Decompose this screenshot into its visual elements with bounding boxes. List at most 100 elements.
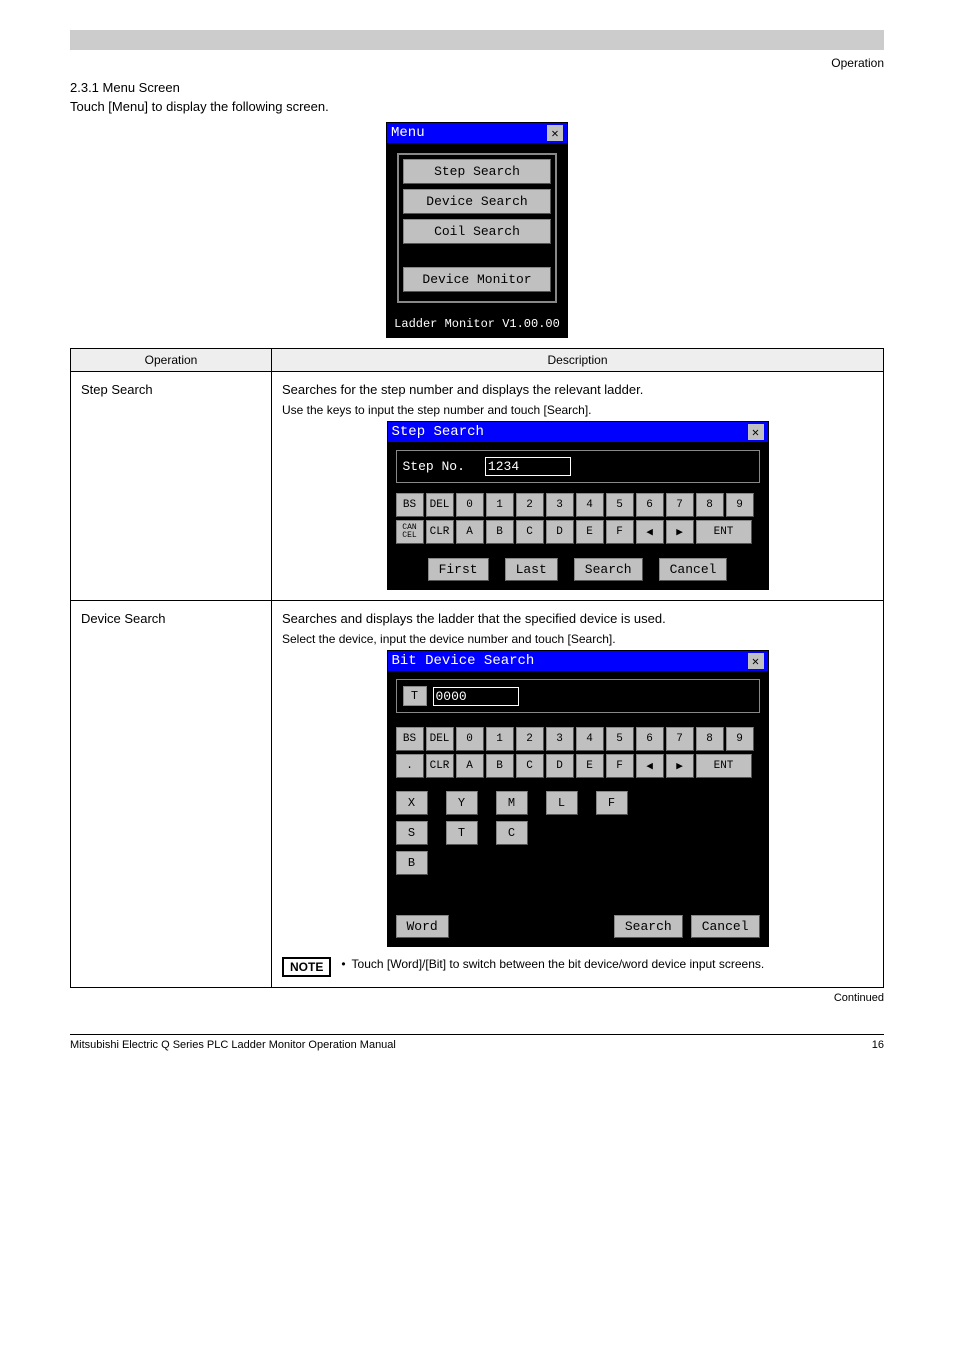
device-search-dialog: Bit Device Search ✕ T BS DEL 0 1 <box>387 650 769 947</box>
dev-cat-c[interactable]: C <box>496 821 528 845</box>
menu-dialog-title: Menu <box>391 125 425 141</box>
key-1[interactable]: 1 <box>486 727 514 751</box>
key-a[interactable]: A <box>456 754 484 778</box>
col-header-operation: Operation <box>71 349 272 372</box>
menu-item-device-search[interactable]: Device Search <box>403 189 551 214</box>
device-search-title: Bit Device Search <box>392 653 535 669</box>
key-b[interactable]: B <box>486 754 514 778</box>
arrow-right-icon[interactable]: ▶ <box>666 520 694 544</box>
op-name-step-search: Step Search <box>71 372 272 601</box>
cancel-button[interactable]: Cancel <box>659 558 728 581</box>
close-icon[interactable]: ✕ <box>748 424 764 440</box>
key-del[interactable]: DEL <box>426 493 454 517</box>
arrow-left-icon[interactable]: ◀ <box>636 520 664 544</box>
key-6[interactable]: 6 <box>636 493 664 517</box>
dev-keypad-row-2: . CLR A B C D E F ◀ ▶ ENT <box>396 754 760 778</box>
word-button[interactable]: Word <box>396 915 449 938</box>
key-3[interactable]: 3 <box>546 727 574 751</box>
header-bar <box>70 30 884 50</box>
dev-cat-m[interactable]: M <box>496 791 528 815</box>
key-e[interactable]: E <box>576 520 604 544</box>
arrow-left-icon[interactable]: ◀ <box>636 754 664 778</box>
key-7[interactable]: 7 <box>666 727 694 751</box>
key-e[interactable]: E <box>576 754 604 778</box>
key-c[interactable]: C <box>516 520 544 544</box>
bullet-icon: • <box>341 957 345 971</box>
device-number-input[interactable] <box>433 687 519 706</box>
key-ent[interactable]: ENT <box>696 520 752 544</box>
key-clr[interactable]: CLR <box>426 754 454 778</box>
key-2[interactable]: 2 <box>516 727 544 751</box>
close-icon[interactable]: ✕ <box>547 125 563 141</box>
dev-cat-t[interactable]: T <box>446 821 478 845</box>
menu-footer-version: Ladder Monitor V1.00.00 <box>387 313 567 337</box>
key-c[interactable]: C <box>516 754 544 778</box>
last-button[interactable]: Last <box>505 558 558 581</box>
keypad-row-2: CAN CEL CLR A B C D E F ◀ ▶ ENT <box>396 520 760 544</box>
menu-dialog: Menu ✕ Step Search Device Search Coil Se… <box>386 122 568 338</box>
footer-page-number: 16 <box>872 1039 884 1051</box>
first-button[interactable]: First <box>428 558 489 581</box>
key-9[interactable]: 9 <box>726 493 754 517</box>
key-6[interactable]: 6 <box>636 727 664 751</box>
dev-cat-s[interactable]: S <box>396 821 428 845</box>
key-d[interactable]: D <box>546 754 574 778</box>
key-9[interactable]: 9 <box>726 727 754 751</box>
device-search-titlebar: Bit Device Search ✕ <box>388 651 768 671</box>
search-button[interactable]: Search <box>614 915 683 938</box>
dev-cat-y[interactable]: Y <box>446 791 478 815</box>
key-7[interactable]: 7 <box>666 493 694 517</box>
header-right: Operation <box>70 56 884 70</box>
key-a[interactable]: A <box>456 520 484 544</box>
key-1[interactable]: 1 <box>486 493 514 517</box>
step-no-input[interactable] <box>485 457 571 476</box>
note-label: NOTE <box>282 957 331 977</box>
key-b[interactable]: B <box>486 520 514 544</box>
device-search-desc: Searches and displays the ladder that th… <box>282 611 873 626</box>
arrow-right-icon[interactable]: ▶ <box>666 754 694 778</box>
key-f[interactable]: F <box>606 520 634 544</box>
step-search-desc: Searches for the step number and display… <box>282 382 873 397</box>
cancel-button[interactable]: Cancel <box>691 915 760 938</box>
key-d[interactable]: D <box>546 520 574 544</box>
step-search-title: Step Search <box>392 424 484 440</box>
step-search-dialog: Step Search ✕ Step No. BS DEL 0 1 <box>387 421 769 590</box>
key-ent[interactable]: ENT <box>696 754 752 778</box>
key-bs[interactable]: BS <box>396 493 424 517</box>
menu-item-step-search[interactable]: Step Search <box>403 159 551 184</box>
key-4[interactable]: 4 <box>576 493 604 517</box>
key-bs[interactable]: BS <box>396 727 424 751</box>
dev-cat-x[interactable]: X <box>396 791 428 815</box>
section-title: 2.3.1 Menu Screen <box>70 80 884 95</box>
key-dot[interactable]: . <box>396 754 424 778</box>
menu-item-coil-search[interactable]: Coil Search <box>403 219 551 244</box>
section-intro: Touch [Menu] to display the following sc… <box>70 99 884 114</box>
key-0[interactable]: 0 <box>456 727 484 751</box>
dev-cat-l[interactable]: L <box>546 791 578 815</box>
key-8[interactable]: 8 <box>696 493 724 517</box>
key-2[interactable]: 2 <box>516 493 544 517</box>
key-f[interactable]: F <box>606 754 634 778</box>
key-5[interactable]: 5 <box>606 493 634 517</box>
key-clr[interactable]: CLR <box>426 520 454 544</box>
page-footer: Mitsubishi Electric Q Series PLC Ladder … <box>70 1034 884 1051</box>
menu-item-device-monitor[interactable]: Device Monitor <box>403 267 551 292</box>
key-cancel[interactable]: CAN CEL <box>396 520 424 544</box>
dev-keypad-row-1: BS DEL 0 1 2 3 4 5 6 7 8 9 <box>396 727 760 751</box>
keypad-row-1: BS DEL 0 1 2 3 4 5 6 7 8 9 <box>396 493 760 517</box>
key-5[interactable]: 5 <box>606 727 634 751</box>
device-prefix-button[interactable]: T <box>403 686 427 706</box>
device-search-sub: Select the device, input the device numb… <box>282 632 873 646</box>
key-3[interactable]: 3 <box>546 493 574 517</box>
key-8[interactable]: 8 <box>696 727 724 751</box>
dev-cat-b[interactable]: B <box>396 851 428 875</box>
step-search-titlebar: Step Search ✕ <box>388 422 768 442</box>
close-icon[interactable]: ✕ <box>748 653 764 669</box>
dev-cat-f[interactable]: F <box>596 791 628 815</box>
search-button[interactable]: Search <box>574 558 643 581</box>
key-del[interactable]: DEL <box>426 727 454 751</box>
key-0[interactable]: 0 <box>456 493 484 517</box>
operations-table: Operation Description Step Search Search… <box>70 348 884 988</box>
continued-label: Continued <box>70 992 884 1004</box>
key-4[interactable]: 4 <box>576 727 604 751</box>
